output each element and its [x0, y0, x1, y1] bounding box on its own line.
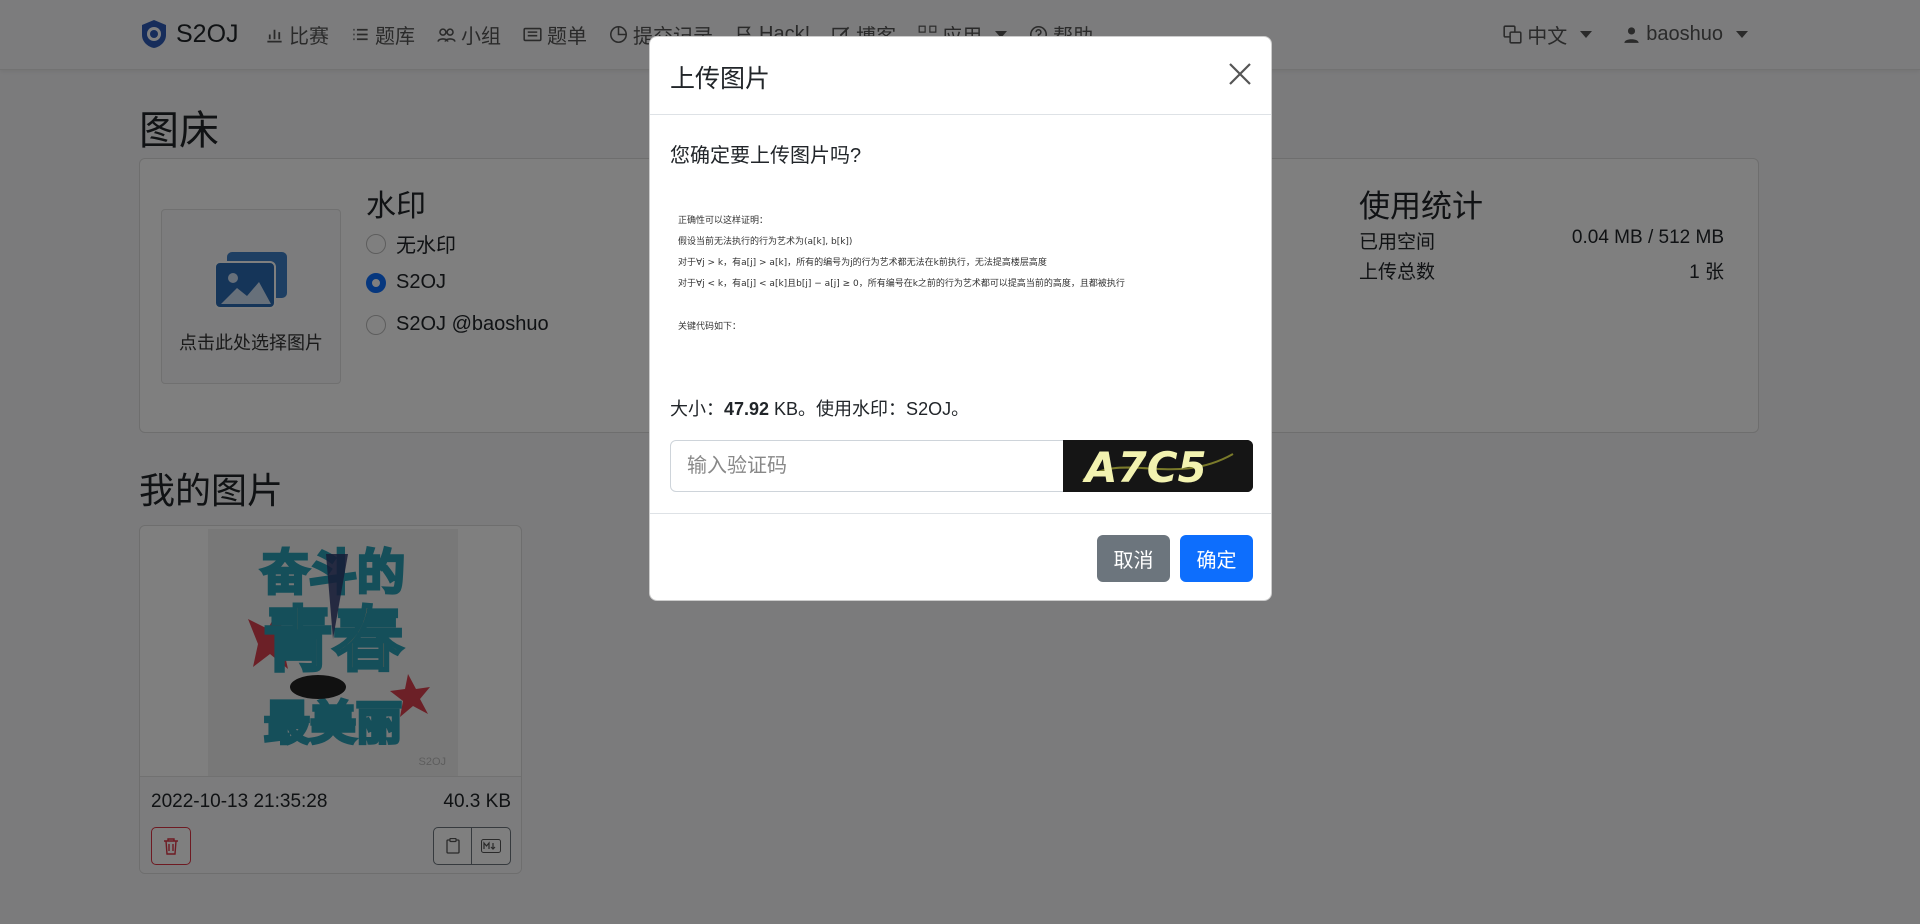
- size-suffix: KB。使用水印：S2OJ。: [769, 399, 970, 419]
- size-value: 47.92: [724, 399, 770, 419]
- preview-text-line: 假设当前无法执行的行为艺术为(a[k], b[k]): [678, 237, 853, 247]
- upload-preview-image: 正确性可以这样证明： 假设当前无法执行的行为艺术为(a[k], b[k]) 对于…: [670, 193, 1253, 393]
- preview-text-line: 对于∀j > k，有a[j] > a[k]，所有的编号为j的行为艺术都无法在k前…: [678, 258, 1047, 268]
- preview-text-line: 对于∀j < k，有a[j] < a[k]且b[j] − a[j] ≥ 0，所有…: [678, 279, 1125, 289]
- modal-footer: 取消 确定: [650, 513, 1271, 600]
- confirm-button[interactable]: 确定: [1180, 535, 1253, 582]
- upload-info: 大小：47.92 KB。使用水印：S2OJ。: [670, 395, 969, 421]
- captcha-image[interactable]: A7C5: [1063, 440, 1253, 492]
- modal-header: 上传图片: [650, 37, 1271, 115]
- size-prefix: 大小：: [670, 399, 724, 419]
- preview-text-line: 正确性可以这样证明：: [678, 216, 769, 226]
- cancel-button[interactable]: 取消: [1097, 535, 1170, 582]
- close-icon[interactable]: [1227, 61, 1253, 87]
- preview-text-line: 关键代码如下：: [678, 322, 742, 332]
- captcha-text: A7C5: [1082, 443, 1207, 492]
- modal-body: 您确定要上传图片吗? 正确性可以这样证明： 假设当前无法执行的行为艺术为(a[k…: [650, 115, 1271, 513]
- confirm-question: 您确定要上传图片吗?: [670, 145, 862, 167]
- captcha-graphic: A7C5: [1063, 440, 1253, 492]
- captcha-input[interactable]: [670, 440, 1064, 492]
- upload-confirm-modal: 上传图片 您确定要上传图片吗? 正确性可以这样证明： 假设当前无法执行的行为艺术…: [649, 36, 1272, 601]
- modal-title: 上传图片: [670, 65, 771, 93]
